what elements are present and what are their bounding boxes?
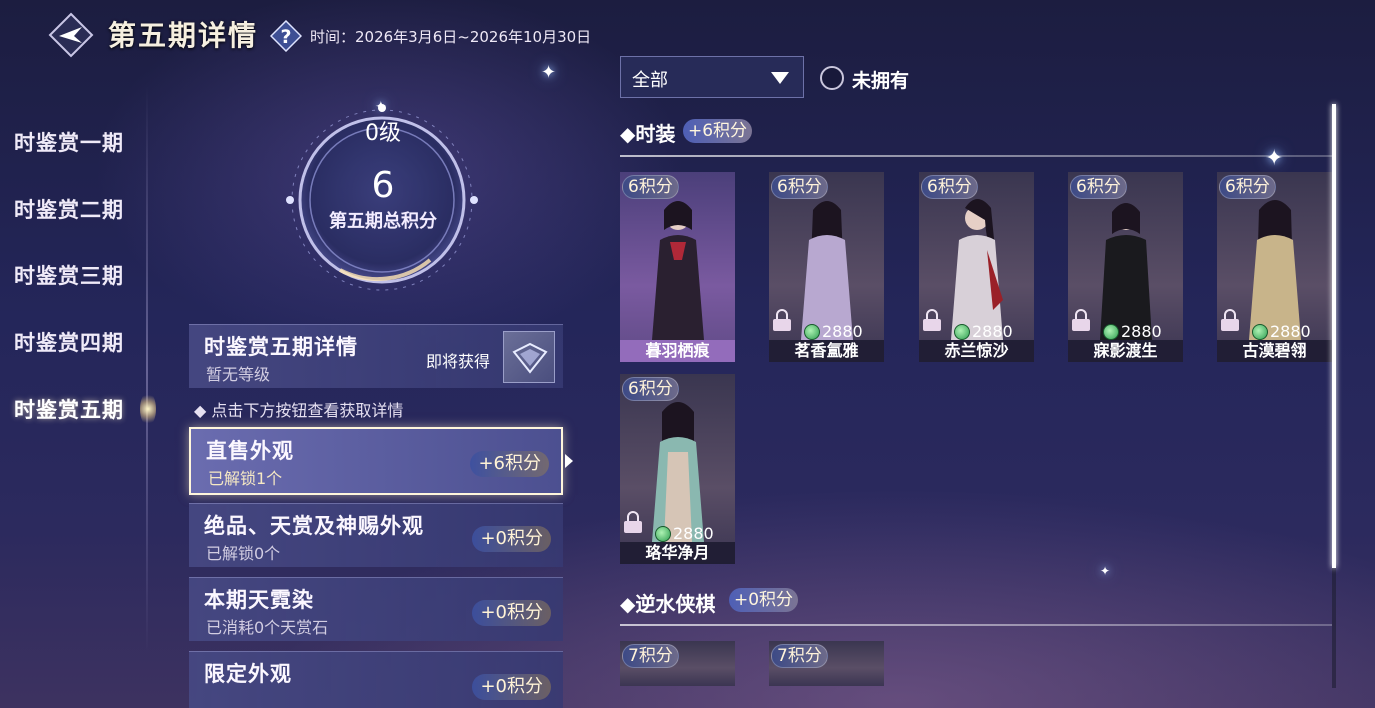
category-limited[interactable]: 限定外观 +0积分 [189,651,563,708]
lock-icon [773,309,791,331]
sparkle-icon: ✦ [1100,564,1111,578]
points-badge: 6积分 [622,377,679,401]
outfit-name: 寐影渡生 [1068,340,1183,362]
nav-divider [146,85,148,655]
hint-text: ◆ 点击下方按钮查看获取详情 [194,401,404,420]
jade-coin-icon [1103,324,1119,340]
category-title: 绝品、天赏及神赐外观 [204,513,424,538]
lock-icon [1072,309,1090,331]
page-title: 第五期详情 [108,19,259,52]
filter-dropdown[interactable]: 全部 [620,56,804,98]
outfit-card[interactable]: 6积分 2880 古漠碧翎 [1217,172,1332,362]
hint-label: 点击下方按钮查看获取详情 [211,401,404,420]
panel-title: 时鉴赏五期详情 [204,334,358,359]
character-portrait [1249,200,1301,340]
total-points-label: 第五期总积分 [329,211,437,232]
sparkle-icon: ✦ [541,62,557,83]
chess-card[interactable]: 7积分 [769,641,884,686]
jade-coin-icon [954,324,970,340]
period-details-panel[interactable]: 时鉴赏五期详情 暂无等级 即将获得 [189,324,563,388]
category-premium[interactable]: 绝品、天赏及神赐外观 已解锁0个 +0积分 [189,503,563,567]
selected-arrow-icon [565,454,573,468]
nav-item-period-3[interactable]: 时鉴赏三期 [14,260,124,290]
jade-coin-icon [1252,324,1268,340]
outfit-price: 2880 [673,524,714,543]
sparkle-icon: ✦ [1265,146,1284,171]
lock-icon [1221,309,1239,331]
points-badge: 6积分 [771,175,828,199]
unowned-radio[interactable] [820,66,844,90]
outfit-name: 珞华净月 [620,542,735,564]
jade-coin-icon [804,324,820,340]
nav-item-period-5[interactable]: 时鉴赏五期 [14,394,124,424]
period-time: 时间：2026年3月6日~2026年10月30日 [310,28,592,46]
reward-emblem-icon [512,342,548,374]
svg-text:?: ? [280,26,291,48]
level-label: 0级 [365,121,401,146]
points-badge: 7积分 [622,644,679,668]
outfit-card[interactable]: 6积分 2880 珞华净月 [620,374,735,564]
category-title: 直售外观 [206,438,294,463]
lock-icon [624,511,642,533]
outfit-card[interactable]: 6积分 暮羽栖痕 [620,172,735,362]
nav-item-period-1[interactable]: 时鉴赏一期 [14,127,124,157]
lock-icon [923,309,941,331]
nav-item-period-4[interactable]: 时鉴赏四期 [14,327,124,357]
points-badge: 7积分 [771,644,828,668]
character-portrait [951,199,1003,340]
outfit-price: 2880 [1121,322,1162,341]
outfit-name: 暮羽栖痕 [620,340,735,362]
character-portrait [1100,203,1152,340]
back-button[interactable] [48,12,94,58]
section-title-chess: ◆逆水侠棋 [620,592,716,616]
category-status: 已消耗0个天赏石 [206,618,329,637]
nav-item-period-2[interactable]: 时鉴赏二期 [14,194,124,224]
scrollbar-thumb[interactable] [1332,104,1336,568]
points-badge: 6积分 [1070,175,1127,199]
category-status: 已解锁1个 [208,469,283,488]
outfit-card[interactable]: 6积分 2880 茗香氲雅 [769,172,884,362]
character-portrait [652,402,704,542]
section-divider [620,624,1332,626]
points-badge: 6积分 [921,175,978,199]
unowned-label[interactable]: 未拥有 [852,66,909,93]
category-points: +0积分 [472,526,551,552]
section-title-fashion: ◆时装 [620,122,676,146]
jade-coin-icon [655,526,671,542]
filter-selected-value: 全部 [632,70,668,91]
outfit-card[interactable]: 6积分 2880 赤兰惊沙 [919,172,1034,362]
panel-subtitle: 暂无等级 [206,365,271,384]
outfit-name: 古漠碧翎 [1217,340,1332,362]
outfit-price: 2880 [1270,322,1311,341]
outfit-price: 2880 [972,322,1013,341]
section-points: +0积分 [729,588,799,612]
chess-card[interactable]: 7积分 [620,641,735,686]
category-points: +0积分 [472,600,551,626]
nav-active-indicator [140,392,156,426]
character-portrait [652,201,704,340]
category-dye[interactable]: 本期天霓染 已消耗0个天赏石 +0积分 [189,577,563,641]
points-badge: 6积分 [622,175,679,199]
section-title-text: 逆水侠棋 [635,592,716,616]
total-points-value: 6 [371,165,395,206]
category-points: +0积分 [472,674,551,700]
triangle-down-icon [771,72,789,84]
category-status: 已解锁0个 [206,544,281,563]
outfit-card[interactable]: 6积分 2880 寐影渡生 [1068,172,1183,362]
character-portrait [801,201,853,340]
outfit-price: 2880 [822,322,863,341]
category-points: +6积分 [470,451,549,477]
category-title: 本期天霓染 [204,587,314,612]
help-icon[interactable]: ? [270,20,302,52]
category-title: 限定外观 [204,661,292,686]
section-points: +6积分 [683,119,753,143]
category-direct-sale[interactable]: 直售外观 已解锁1个 +6积分 [189,427,563,495]
outfit-name: 赤兰惊沙 [919,340,1034,362]
section-divider [620,155,1332,157]
outfit-name: 茗香氲雅 [769,340,884,362]
coming-reward-thumbnail[interactable] [503,331,555,383]
section-title-text: 时装 [635,122,676,146]
coming-reward-label: 即将获得 [426,352,491,371]
points-badge: 6积分 [1219,175,1276,199]
